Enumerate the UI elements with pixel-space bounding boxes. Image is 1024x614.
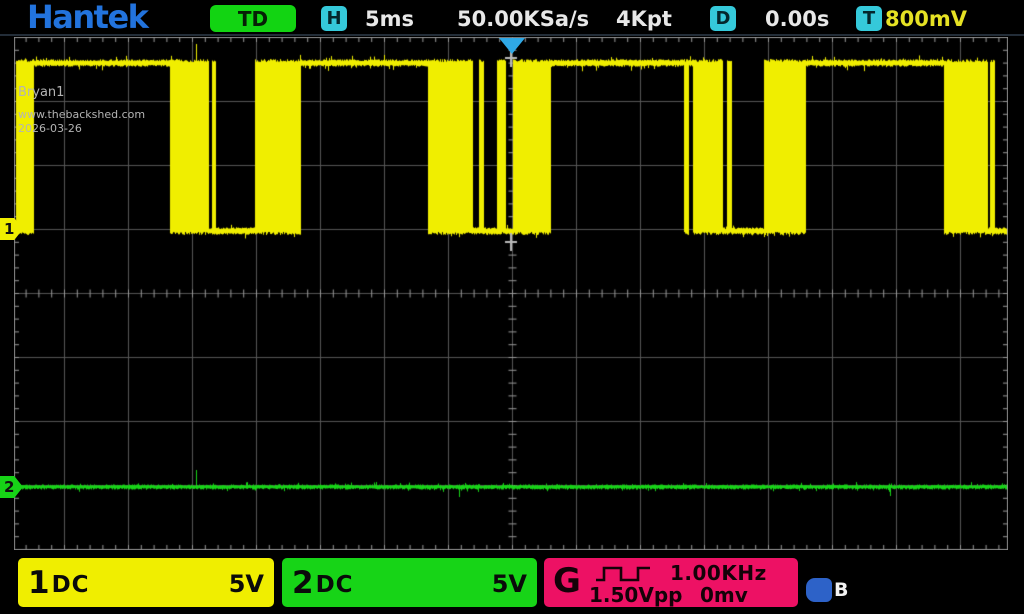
sample-rate-readout: 50.00KSa/s	[457, 7, 589, 31]
graticule-canvas	[14, 37, 1008, 550]
square-wave-icon	[594, 565, 652, 582]
hantek-logo: Hantek	[27, 0, 147, 36]
overlay-username: Bryan1	[18, 85, 64, 100]
trigger-position-marker[interactable]	[499, 38, 525, 54]
ch1-scale: 5V	[229, 570, 264, 598]
header-divider	[0, 34, 1024, 36]
trigger-status-badge[interactable]: TD	[210, 5, 296, 32]
usb-device-icon[interactable]	[806, 578, 832, 602]
ch2-number: 2	[292, 568, 314, 598]
ch2-scale: 5V	[492, 570, 527, 598]
horizontal-icon[interactable]: H	[321, 6, 347, 31]
memory-depth-readout: 4Kpt	[616, 7, 672, 31]
ch1-status-button[interactable]: 1 DC 5V	[18, 558, 274, 607]
delay-icon[interactable]: D	[710, 6, 736, 31]
generator-amplitude: 1.50Vpp	[589, 583, 682, 607]
trigger-level-readout: 800mV	[885, 7, 967, 31]
trigger-icon[interactable]: T	[856, 6, 882, 31]
usb-device-letter: B	[834, 579, 848, 601]
generator-frequency: 1.00KHz	[670, 561, 767, 585]
ch1-number: 1	[28, 568, 50, 598]
timebase-readout: 5ms	[365, 7, 414, 31]
ch2-coupling: DC	[316, 572, 354, 598]
ch2-status-button[interactable]: 2 DC 5V	[282, 558, 537, 607]
generator-status-button[interactable]: G 1.00KHz 1.50Vpp 0mv	[544, 558, 798, 607]
generator-label: G	[553, 561, 581, 601]
overlay-website: www.thebackshed.com	[18, 108, 145, 121]
overlay-date: 2026-03-26	[18, 122, 82, 135]
oscilloscope-screen: Hantek TD H 5ms 50.00KSa/s 4Kpt D 0.00s …	[0, 0, 1024, 614]
generator-offset: 0mv	[700, 583, 748, 607]
ch1-coupling: DC	[52, 572, 90, 598]
horizontal-delay-readout: 0.00s	[765, 7, 829, 31]
